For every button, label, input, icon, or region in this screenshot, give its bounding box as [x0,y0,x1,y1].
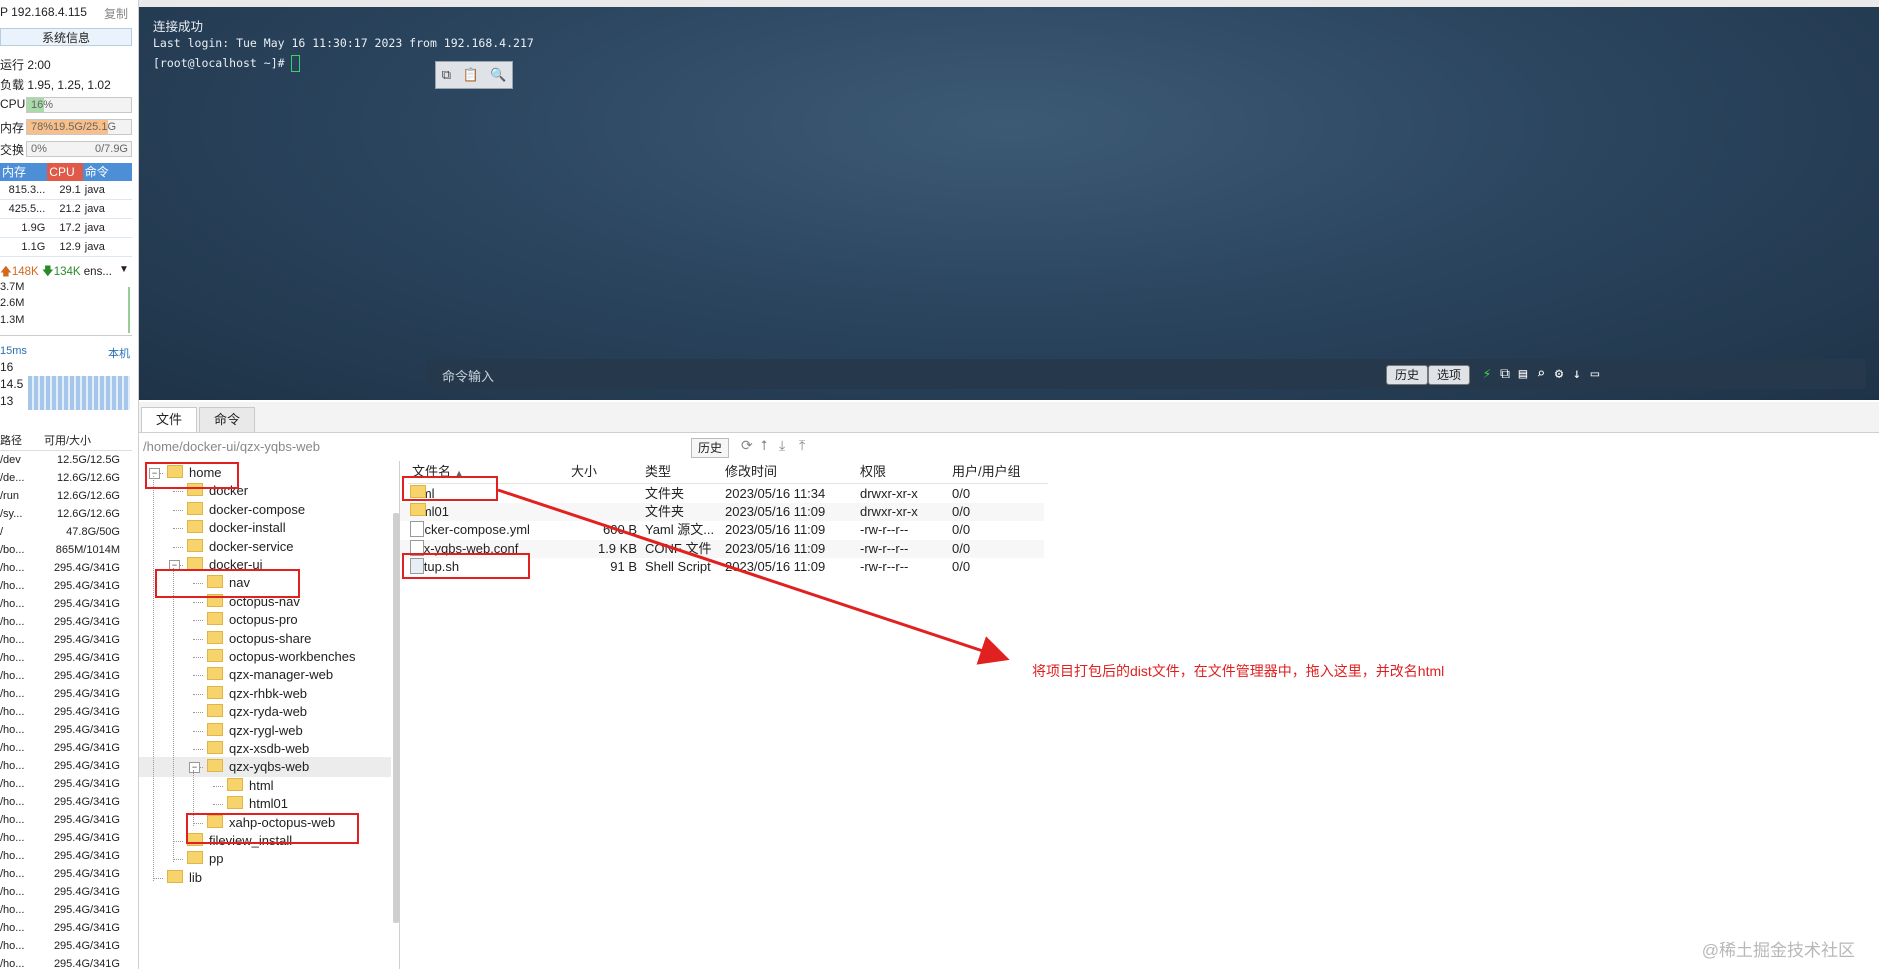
annotation-arrow [497,488,1010,665]
annotation-text: 将项目打包后的dist文件，在文件管理器中，拖入这里，并改名html [1032,663,1445,679]
watermark: @稀土掘金技术社区 [1701,941,1855,960]
